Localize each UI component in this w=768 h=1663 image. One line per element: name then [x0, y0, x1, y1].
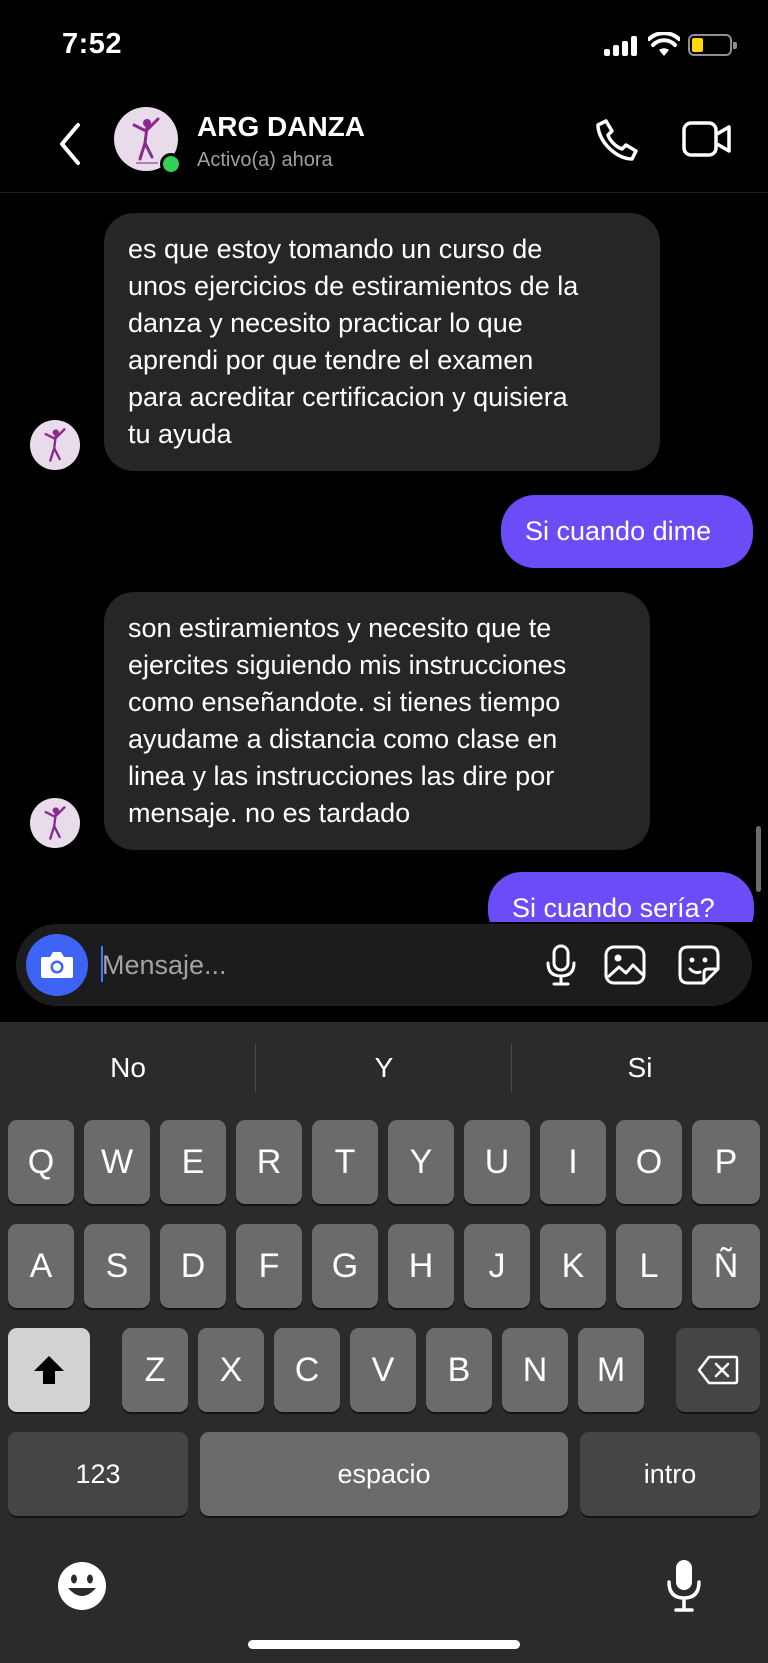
message-line: unos ejercicios de estiramientos de la: [128, 271, 579, 301]
key-r[interactable]: R: [236, 1120, 302, 1204]
gallery-icon[interactable]: [604, 945, 646, 985]
key-v[interactable]: V: [350, 1328, 416, 1412]
key-m[interactable]: M: [578, 1328, 644, 1412]
key-y[interactable]: Y: [388, 1120, 454, 1204]
suggestion-item[interactable]: Si: [512, 1022, 768, 1114]
wifi-icon: [648, 32, 680, 56]
dancer-logo-icon: [44, 806, 66, 840]
cellular-signal-icon: [604, 36, 640, 56]
key-l[interactable]: L: [616, 1224, 682, 1308]
contact-name[interactable]: ARG DANZA: [197, 111, 365, 143]
message-text: Si cuando sería?: [512, 893, 715, 922]
camera-icon: [41, 952, 73, 978]
key-k[interactable]: K: [540, 1224, 606, 1308]
sender-avatar[interactable]: [30, 798, 80, 848]
online-indicator: [160, 153, 182, 175]
chat-header: ARG DANZA Activo(a) ahora: [0, 95, 768, 193]
key-h[interactable]: H: [388, 1224, 454, 1308]
emoji-icon[interactable]: [56, 1560, 108, 1612]
text-caret: [101, 946, 103, 982]
key-w[interactable]: W: [84, 1120, 150, 1204]
outgoing-message[interactable]: Si cuando dime: [501, 495, 753, 568]
status-time: 7:52: [62, 28, 123, 60]
incoming-message[interactable]: es que estoy tomando un curso de unos ej…: [104, 213, 660, 471]
sender-avatar[interactable]: [30, 420, 80, 470]
key-b[interactable]: B: [426, 1328, 492, 1412]
keyboard: No Y Si Q W E R T Y U I O P A S D F G H …: [0, 1022, 768, 1663]
suggestion-item[interactable]: No: [0, 1022, 256, 1114]
dictation-microphone-icon[interactable]: [664, 1558, 704, 1614]
key-g[interactable]: G: [312, 1224, 378, 1308]
message-line: aprendi por que tendre el examen: [128, 345, 534, 375]
key-s[interactable]: S: [84, 1224, 150, 1308]
key-x[interactable]: X: [198, 1328, 264, 1412]
microphone-icon[interactable]: [544, 944, 578, 986]
backspace-icon: [697, 1355, 739, 1385]
sticker-icon[interactable]: [678, 945, 720, 985]
contact-status: Activo(a) ahora: [197, 149, 333, 171]
message-line: ayudame a distancia como clase en: [128, 724, 558, 754]
return-key[interactable]: intro: [580, 1432, 760, 1516]
key-o[interactable]: O: [616, 1120, 682, 1204]
video-call-icon[interactable]: [682, 119, 732, 159]
message-line: son estiramientos y necesito que te: [128, 613, 552, 643]
numbers-key[interactable]: 123: [8, 1432, 188, 1516]
phone-call-icon[interactable]: [594, 117, 640, 163]
status-bar: 7:52: [0, 0, 768, 95]
message-list[interactable]: es que estoy tomando un curso de unos ej…: [0, 194, 768, 922]
key-q[interactable]: Q: [8, 1120, 74, 1204]
key-c[interactable]: C: [274, 1328, 340, 1412]
message-line: danza y necesito practicar lo que: [128, 308, 523, 338]
message-line: linea y las instrucciones las dire por: [128, 761, 555, 791]
battery-icon: [688, 34, 737, 56]
message-line: para acreditar certificacion y quisiera: [128, 382, 568, 412]
message-line: es que estoy tomando un curso de: [128, 234, 543, 264]
message-line: ejercites siguiendo mis instrucciones: [128, 650, 567, 680]
outgoing-message[interactable]: Si cuando sería?: [488, 872, 754, 922]
key-u[interactable]: U: [464, 1120, 530, 1204]
message-composer: [16, 924, 752, 1006]
key-e[interactable]: E: [160, 1120, 226, 1204]
key-p[interactable]: P: [692, 1120, 760, 1204]
camera-button[interactable]: [26, 934, 88, 996]
suggestion-item[interactable]: Y: [256, 1022, 512, 1114]
key-a[interactable]: A: [8, 1224, 74, 1308]
key-f[interactable]: F: [236, 1224, 302, 1308]
home-indicator[interactable]: [248, 1640, 520, 1649]
message-text: Si cuando dime: [525, 516, 712, 546]
key-n[interactable]: N: [502, 1328, 568, 1412]
message-line: mensaje. no es tardado: [128, 798, 411, 828]
key-d[interactable]: D: [160, 1224, 226, 1308]
key-i[interactable]: I: [540, 1120, 606, 1204]
key-enye[interactable]: Ñ: [692, 1224, 760, 1308]
space-key[interactable]: espacio: [200, 1432, 568, 1516]
message-line: tu ayuda: [128, 419, 232, 449]
shift-key[interactable]: [8, 1328, 90, 1412]
key-t[interactable]: T: [312, 1120, 378, 1204]
key-j[interactable]: J: [464, 1224, 530, 1308]
delete-key[interactable]: [676, 1328, 760, 1412]
dancer-logo-icon: [44, 428, 66, 462]
message-input[interactable]: [102, 944, 402, 986]
shift-arrow-icon: [34, 1356, 64, 1384]
incoming-message[interactable]: son estiramientos y necesito que te ejer…: [104, 592, 650, 850]
key-z[interactable]: Z: [122, 1328, 188, 1412]
back-chevron-icon[interactable]: [50, 119, 90, 169]
message-line: como enseñandote. si tienes tiempo: [128, 687, 561, 717]
scroll-indicator[interactable]: [756, 826, 761, 892]
